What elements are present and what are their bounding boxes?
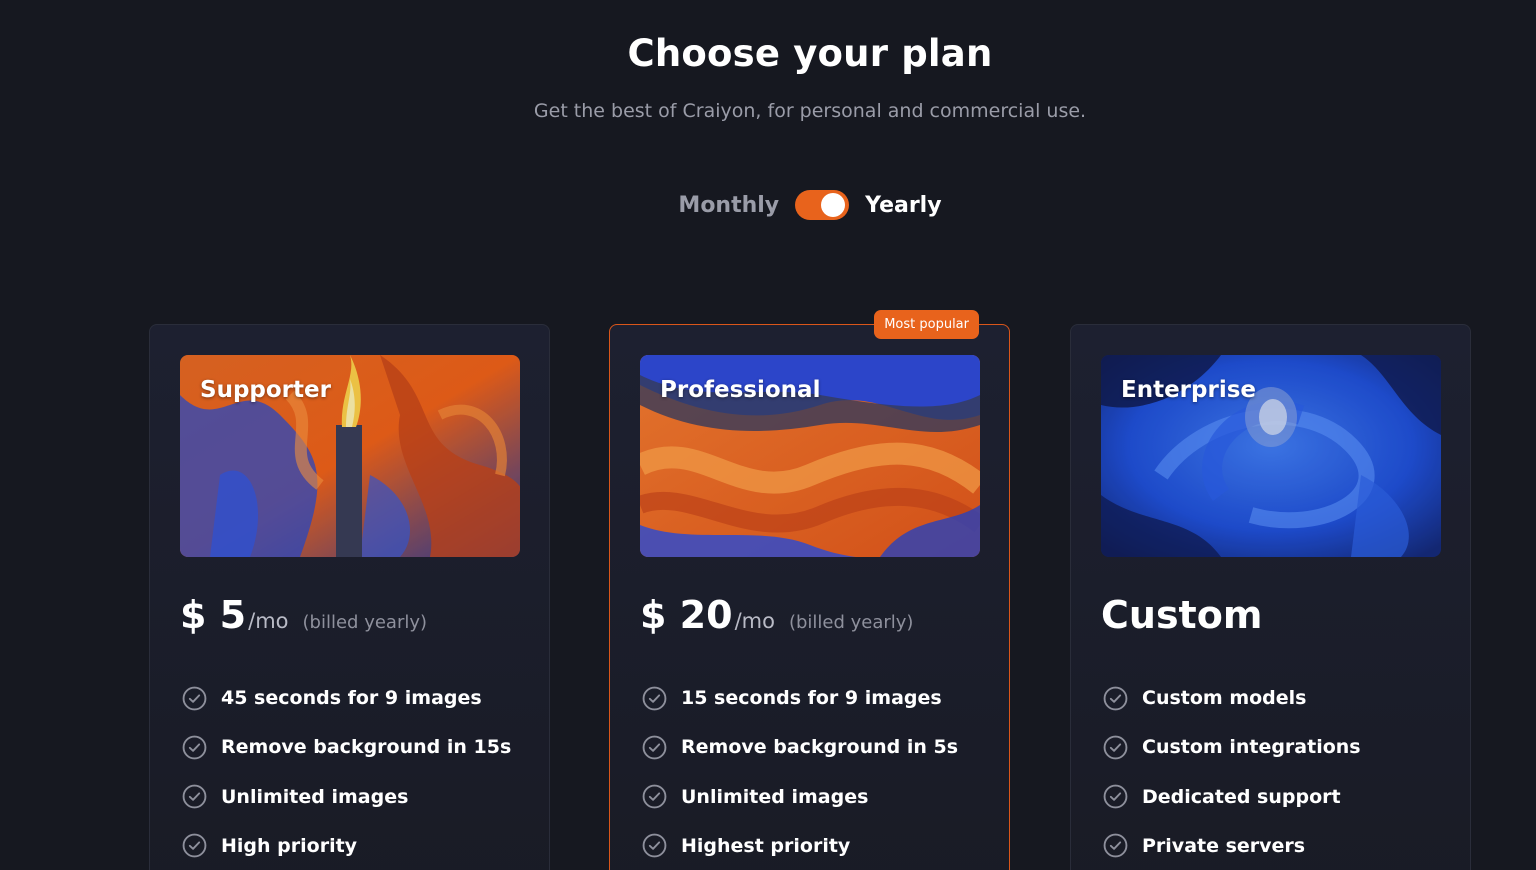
plan-name: Enterprise (1121, 377, 1257, 403)
plan-name: Supporter (200, 377, 331, 403)
feature-item: Highest priority (642, 833, 958, 859)
plan-name: Professional (660, 377, 821, 403)
feature-item: Unlimited images (182, 784, 511, 810)
plan-banner-image: Supporter (180, 355, 520, 557)
feature-text: Custom integrations (1142, 736, 1361, 759)
check-circle-icon (182, 686, 207, 711)
page-subtitle: Get the best of Craiyon, for personal an… (533, 100, 1087, 122)
feature-item: High priority (182, 833, 511, 859)
feature-list: Custom models Custom integrations Dedica… (1103, 685, 1361, 870)
plan-price: $ 5 /mo (billed yearly) (180, 593, 427, 637)
price-amount: $ 5 (180, 593, 247, 637)
feature-item: Private servers (1103, 833, 1361, 859)
feature-text: Unlimited images (221, 785, 409, 808)
feature-item: Custom integrations (1103, 734, 1361, 760)
toggle-knob (821, 193, 846, 217)
plan-card-enterprise[interactable]: Enterprise Custom Custom models Custom i… (1070, 324, 1471, 870)
check-circle-icon (642, 784, 667, 809)
plan-banner-image: Enterprise (1101, 355, 1441, 557)
feature-text: Dedicated support (1142, 785, 1341, 808)
feature-text: 15 seconds for 9 images (681, 687, 942, 709)
feature-list: 45 seconds for 9 images Remove backgroun… (182, 685, 511, 870)
feature-text: 45 seconds for 9 images (221, 687, 482, 709)
plan-price-custom: Custom (1101, 593, 1263, 637)
monthly-option[interactable]: Monthly (678, 193, 779, 218)
feature-list: 15 seconds for 9 images Remove backgroun… (642, 685, 958, 870)
billing-note: (billed yearly) (788, 612, 914, 633)
price-amount: $ 20 (640, 593, 733, 637)
feature-item: Unlimited images (642, 784, 958, 810)
most-popular-badge: Most popular (874, 310, 979, 339)
feature-item: Remove background in 5s (642, 734, 958, 760)
plan-banner-image: Professional (640, 355, 980, 557)
feature-item: Remove background in 15s (182, 734, 511, 760)
check-circle-icon (642, 686, 667, 711)
price-unit: /mo (248, 609, 289, 633)
yearly-option[interactable]: Yearly (865, 193, 941, 218)
feature-item: Dedicated support (1103, 784, 1361, 810)
check-circle-icon (182, 735, 207, 760)
feature-text: High priority (221, 834, 358, 857)
feature-text: Unlimited images (681, 785, 869, 808)
check-circle-icon (1103, 784, 1128, 809)
billing-toggle[interactable] (795, 190, 850, 220)
billing-period-switch: Monthly Yearly (0, 190, 1536, 220)
feature-item: 15 seconds for 9 images (642, 685, 958, 711)
feature-text: Remove background in 5s (681, 736, 959, 759)
pricing-page: Choose your plan Get the best of Craiyon… (0, 0, 1536, 870)
price-unit: /mo (734, 609, 775, 633)
plan-price: $ 20 /mo (billed yearly) (640, 593, 913, 637)
check-circle-icon (1103, 686, 1128, 711)
check-circle-icon (1103, 833, 1128, 858)
feature-item: Custom models (1103, 685, 1361, 711)
page-title: Choose your plan (627, 32, 993, 75)
check-circle-icon (642, 833, 667, 858)
feature-item: 45 seconds for 9 images (182, 685, 511, 711)
feature-text: Custom models (1142, 687, 1307, 709)
check-circle-icon (1103, 735, 1128, 760)
feature-text: Remove background in 15s (221, 736, 512, 759)
feature-text: Private servers (1142, 834, 1306, 857)
check-circle-icon (642, 735, 667, 760)
plan-card-supporter[interactable]: Supporter $ 5 /mo (billed yearly) 45 sec… (149, 324, 550, 870)
plan-card-professional[interactable]: Most popular Professional $ 20 /mo (bill… (609, 310, 1010, 870)
billing-note: (billed yearly) (302, 612, 428, 633)
check-circle-icon (182, 784, 207, 809)
check-circle-icon (182, 833, 207, 858)
feature-text: Highest priority (681, 834, 851, 857)
